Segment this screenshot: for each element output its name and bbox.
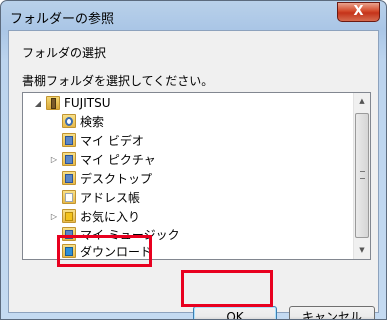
user-folder-icon (46, 96, 60, 110)
dialog-heading: フォルダの選択 (22, 46, 107, 60)
tree-item-my-videos[interactable]: マイ ビデオ (49, 131, 144, 149)
tree-item-label: お気に入り (80, 209, 141, 224)
tree-item-search[interactable]: 検索 (49, 112, 104, 130)
tree-item-label: FUJITSU (64, 96, 111, 110)
tree-item-label: マイ ピクチャ (80, 152, 156, 167)
cancel-button[interactable]: キャンセル (289, 306, 375, 319)
ok-button[interactable]: OK (193, 306, 277, 319)
grip-icon (360, 171, 365, 179)
tree-item-my-pictures[interactable]: ▷ マイ ピクチャ (49, 150, 156, 168)
tree-item-address-book[interactable]: アドレス帳 (49, 188, 140, 206)
title-bar[interactable]: フォルダーの参照 X (1, 1, 386, 31)
downloads-highlight-box (57, 235, 152, 267)
window-title: フォルダーの参照 (10, 12, 115, 27)
contacts-folder-icon (62, 190, 76, 204)
folder-browse-dialog: フォルダーの参照 X フォルダの選択 書棚フォルダを選択してください。 ◢ FU… (0, 0, 387, 320)
tree-item-desktop[interactable]: デスクトップ (49, 169, 152, 187)
tree-item-label: デスクトップ (80, 171, 153, 186)
tree-item-label: マイ ビデオ (80, 133, 144, 148)
scrollbar-thumb[interactable] (355, 113, 369, 238)
pictures-folder-icon (62, 152, 76, 166)
instruction-text: 書棚フォルダを選択してください。 (22, 74, 214, 88)
tree-item-label: 検索 (80, 114, 105, 129)
scroll-down-icon[interactable]: ▼ (354, 242, 370, 259)
favorites-folder-icon (62, 209, 76, 223)
collapse-arrow-icon[interactable]: ◢ (33, 99, 43, 108)
expand-arrow-icon[interactable]: ▷ (49, 212, 59, 221)
ok-highlight-box (181, 270, 273, 307)
tree-item-favorites[interactable]: ▷ お気に入り (49, 207, 140, 225)
desktop-folder-icon (62, 171, 76, 185)
close-icon: X (353, 4, 364, 19)
tree-item-label: アドレス帳 (80, 190, 141, 205)
scroll-up-icon[interactable]: ▲ (354, 93, 370, 110)
close-button[interactable]: X (337, 2, 380, 22)
videos-folder-icon (62, 133, 76, 147)
vertical-scrollbar[interactable]: ▲ ▼ (353, 93, 370, 259)
tree-item-fujitsu[interactable]: ◢ FUJITSU (33, 94, 111, 112)
expand-arrow-icon[interactable]: ▷ (49, 155, 59, 164)
search-folder-icon (62, 114, 76, 128)
